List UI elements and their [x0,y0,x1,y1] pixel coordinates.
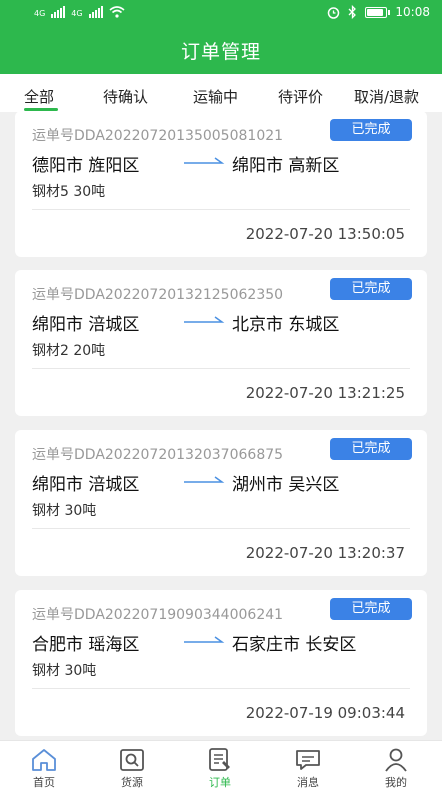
page-title: 订单管理 [180,41,261,63]
arrow-right-icon [184,316,225,323]
nav-label-profile: 我的 [385,776,407,789]
origin-city: 合肥市 瑶海区 [32,635,140,655]
nav-label-cargo: 货源 [121,776,143,789]
message-icon [296,750,320,770]
arrow-right-icon [184,157,225,164]
order-list-icon [209,748,230,771]
tab-pending-review[interactable]: 待评价 [278,86,323,107]
profile-icon [385,748,407,772]
nav-label-messages: 消息 [297,776,319,789]
destination-city: 石家庄市 长安区 [232,635,357,655]
network-type-1: 4G [34,9,46,18]
nav-profile[interactable]: 我的 [352,741,440,792]
status-bar-left: 4G 4G [34,6,125,18]
app-header: 4G 4G 10:08 订单管理 [0,0,442,74]
battery-level [367,8,383,16]
bottom-nav: 首页 货源 订单 消息 我的 [0,740,442,792]
origin-city: 德阳市 旌阳区 [32,156,140,176]
status-bar-right: 10:08 [327,5,430,19]
wifi-icon [109,6,125,18]
nav-label-home: 首页 [33,776,55,789]
order-card[interactable]: 运单号DDA20220720132037066875 已完成 绵阳市 涪城区 湖… [15,430,427,576]
divider [32,688,410,689]
route: 绵阳市 涪城区 北京市 东城区 [32,310,422,335]
order-time: 2022-07-20 13:50:05 [245,225,405,243]
cargo-info: 钢材5 30吨 [32,184,106,200]
order-card[interactable]: 运单号DDA20220720135005081021 已完成 德阳市 旌阳区 绵… [15,111,427,257]
order-card[interactable]: 运单号DDA20220720132125062350 已完成 绵阳市 涪城区 北… [15,270,427,416]
clock: 10:08 [395,5,430,19]
arrow-right-icon [184,476,225,483]
waybill-number: 运单号DDA20220720132037066875 [32,447,284,463]
route: 绵阳市 涪城区 湖州市 吴兴区 [32,470,422,495]
destination-city: 湖州市 吴兴区 [232,475,340,495]
route: 德阳市 旌阳区 绵阳市 高新区 [32,151,422,176]
network-type-2: 4G [71,9,83,18]
waybill-number: 运单号DDA20220719090344006241 [32,607,284,623]
cargo-info: 钢材 30吨 [32,663,97,679]
origin-city: 绵阳市 涪城区 [32,475,140,495]
cargo-search-icon [120,749,144,771]
nav-label-orders: 订单 [209,776,231,789]
arrow-right-icon [184,636,225,643]
nav-cargo[interactable]: 货源 [88,741,176,792]
cargo-info: 钢材2 20吨 [32,343,106,359]
battery-icon [365,6,391,18]
divider [32,528,410,529]
signal-icon-2 [88,6,103,18]
divider [32,209,410,210]
order-time: 2022-07-19 09:03:44 [245,704,405,722]
order-card[interactable]: 运单号DDA20220719090344006241 已完成 合肥市 瑶海区 石… [15,590,427,736]
status-bar: 4G 4G 10:08 [0,0,442,28]
nav-messages[interactable]: 消息 [264,741,352,792]
signal-icon-1 [51,6,66,18]
order-tabs: 全部 待确认 运输中 待评价 取消/退款 [0,74,442,112]
tab-cancel-refund[interactable]: 取消/退款 [354,86,419,107]
alarm-icon [328,6,340,19]
tab-all[interactable]: 全部 [24,86,54,107]
bluetooth-icon [348,5,357,19]
waybill-number: 运单号DDA20220720135005081021 [32,128,284,144]
divider [32,368,410,369]
cargo-info: 钢材 30吨 [32,503,97,519]
route: 合肥市 瑶海区 石家庄市 长安区 [32,630,422,655]
destination-city: 北京市 东城区 [232,315,340,335]
order-time: 2022-07-20 13:21:25 [245,384,405,402]
nav-home[interactable]: 首页 [0,741,88,792]
tab-in-transit[interactable]: 运输中 [193,86,238,107]
order-time: 2022-07-20 13:20:37 [245,544,405,562]
status-badge: 已完成 [330,278,412,300]
tab-pending-confirm[interactable]: 待确认 [103,86,148,107]
waybill-number: 运单号DDA20220720132125062350 [32,287,284,303]
destination-city: 绵阳市 高新区 [232,156,340,176]
nav-orders[interactable]: 订单 [176,741,264,792]
status-badge: 已完成 [330,119,412,141]
home-icon [32,749,56,771]
status-badge: 已完成 [330,598,412,620]
status-badge: 已完成 [330,438,412,460]
origin-city: 绵阳市 涪城区 [32,315,140,335]
